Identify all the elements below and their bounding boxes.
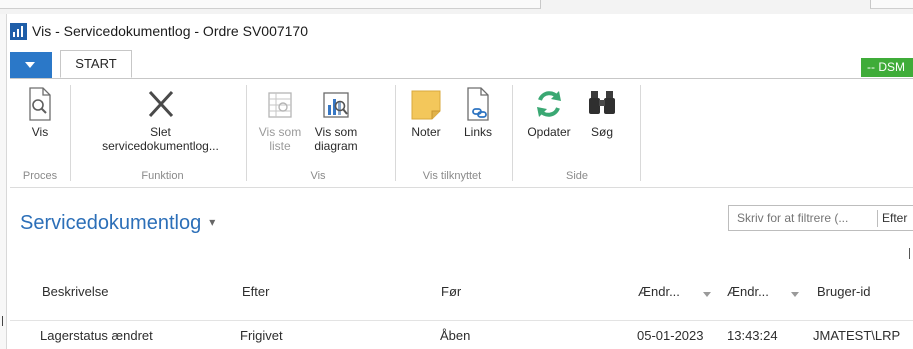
slet-label: Slet servicedokumentlog...: [102, 125, 219, 153]
chevron-down-icon[interactable]: ▾: [209, 215, 215, 229]
filter-box: Efter: [728, 205, 913, 231]
cell-aendringstid: 13:43:24: [727, 328, 778, 343]
column-header-aendringsdato[interactable]: Ændr...: [638, 284, 680, 299]
vis-som-liste-label: Vis som liste: [258, 125, 302, 153]
links-label: Links: [463, 125, 492, 139]
menu-arrow-icon: [25, 62, 35, 68]
delete-x-icon: [148, 90, 173, 118]
tab-start[interactable]: START: [60, 50, 132, 78]
background-tab: [0, 0, 541, 9]
filter-input[interactable]: [729, 206, 883, 230]
group-label-vis: Vis: [310, 170, 326, 182]
binoculars-icon: [589, 91, 615, 114]
link-document-icon: [467, 87, 489, 121]
ribbon: Vis Proces Slet servicedokumentlog... Fu…: [10, 79, 913, 188]
group-label-side: Side: [565, 170, 589, 182]
refresh-icon: [537, 91, 561, 117]
soeg-label: Søg: [590, 125, 613, 139]
column-header-bruger-id[interactable]: Bruger-id: [817, 284, 870, 299]
vis-som-diagram-label: Vis som diagram: [314, 125, 358, 153]
noter-button[interactable]: Noter: [402, 87, 450, 139]
group-label-proces: Proces: [22, 170, 58, 182]
scroll-marker: [909, 248, 910, 259]
app-icon: [10, 22, 27, 40]
edge-marker: [2, 316, 3, 326]
status-badge: -- DSM: [861, 58, 913, 77]
application-menu-button[interactable]: [10, 52, 52, 78]
noter-label: Noter: [411, 125, 441, 139]
document-magnifier-icon: [29, 87, 51, 121]
sort-arrow-icon[interactable]: [791, 292, 799, 297]
vis-som-liste-button[interactable]: Vis som liste: [254, 87, 306, 153]
cell-aendringsdato: 05-01-2023: [637, 328, 704, 343]
opdater-label: Opdater: [527, 125, 571, 139]
filter-field-selector[interactable]: Efter: [882, 211, 907, 225]
column-header-efter[interactable]: Efter: [242, 284, 269, 299]
cell-efter: Frigivet: [240, 328, 283, 343]
chart-view-icon: [323, 92, 349, 118]
background-tab-right: [870, 0, 913, 9]
ribbon-divider: [70, 85, 71, 181]
window-title: Vis - Servicedokumentlog - Ordre SV00717…: [32, 23, 308, 39]
filter-divider: [877, 210, 878, 227]
vis-som-diagram-button[interactable]: Vis som diagram: [308, 87, 364, 153]
ribbon-divider: [640, 85, 641, 181]
table-row-divider: [10, 320, 913, 321]
note-icon: [411, 90, 441, 120]
ribbon-divider: [246, 85, 247, 181]
vis-label: Vis: [31, 125, 49, 139]
column-header-aendringstid[interactable]: Ændr...: [727, 284, 769, 299]
ribbon-divider: [512, 85, 513, 181]
column-header-foer[interactable]: Før: [441, 284, 461, 299]
ribbon-divider: [395, 85, 396, 181]
slet-servicedokumentlog-button[interactable]: Slet servicedokumentlog...: [88, 87, 233, 153]
column-header-beskrivelse[interactable]: Beskrivelse: [42, 284, 108, 299]
page-title[interactable]: Servicedokumentlog ▾: [20, 212, 215, 235]
cell-beskrivelse: Lagerstatus ændret: [40, 328, 153, 343]
opdater-button[interactable]: Opdater: [520, 87, 578, 139]
group-label-funktion: Funktion: [141, 170, 184, 182]
sort-arrow-icon[interactable]: [703, 292, 711, 297]
ribbon-header: START -- DSM: [10, 50, 913, 79]
soeg-button[interactable]: Søg: [582, 87, 622, 139]
window-titlebar: Vis - Servicedokumentlog - Ordre SV00717…: [10, 20, 308, 42]
vis-button[interactable]: Vis: [20, 87, 60, 139]
left-window-edge: [0, 14, 7, 349]
page-title-text: Servicedokumentlog: [20, 212, 202, 234]
list-view-icon: [268, 92, 292, 118]
cell-foer: Åben: [440, 328, 471, 343]
links-button[interactable]: Links: [456, 87, 500, 139]
group-label-vis-tilknyttet: Vis tilknyttet: [422, 170, 482, 182]
background-window-strip: [0, 0, 913, 14]
cell-bruger-id: JMATEST\LRP: [813, 328, 901, 343]
